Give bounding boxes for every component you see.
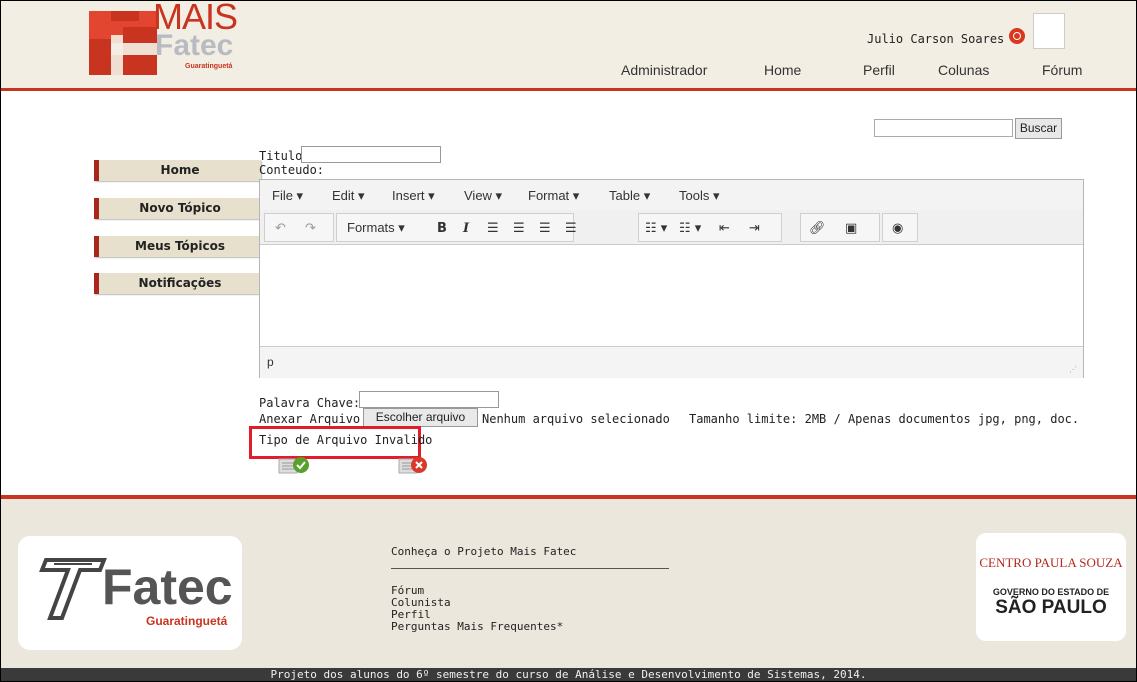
no-file-text: Nenhum arquivo selecionado [482,412,670,426]
logo-subtitle: Guaratinguetá [185,63,233,70]
menu-insert[interactable]: Insert ▾ [392,188,435,204]
bullet-list-icon[interactable]: ☷ ▾ [645,222,667,235]
mais-fatec-logo[interactable]: MAIS Fatec Guaratinguetá [89,1,249,77]
image-icon[interactable]: ▣ [845,222,857,235]
nav-forum[interactable]: Fórum [1042,62,1082,78]
fatec-logo-text: Fatec [102,559,233,615]
cps-gov-text: GOVERNO DO ESTADO DE [992,587,1110,597]
menu-tools[interactable]: Tools ▾ [679,188,720,204]
menu-file[interactable]: File ▾ [272,188,303,204]
footer-divider [391,568,669,569]
footer-link-faq[interactable]: Perguntas Mais Frequentes* [391,620,563,633]
footer-about-link[interactable]: Conheça o Projeto Mais Fatec [391,545,576,558]
preview-eye-icon[interactable]: ◉ [892,222,903,235]
numbered-list-icon[interactable]: ☷ ▾ [679,222,701,235]
editor-content-area[interactable] [260,245,1083,345]
preview-group: ◉ [882,213,918,242]
confirm-icon[interactable] [277,455,311,475]
keyword-input[interactable] [359,391,499,408]
sidebar-item-notificacoes[interactable]: Notificações [94,273,261,294]
choose-file-button[interactable]: Escolher arquivo [363,408,478,427]
menu-edit[interactable]: Edit ▾ [332,188,365,204]
nav-home[interactable]: Home [764,62,801,78]
attach-label: Anexar Arquivo: [259,412,368,426]
redo-icon[interactable]: ↷ [305,222,316,235]
fatec-logo-subtitle: Guaratinguetá [146,614,228,628]
sidebar-item-meus-topicos[interactable]: Meus Tópicos [94,236,261,257]
resize-handle-icon[interactable]: ⋰ [1069,363,1077,376]
avatar[interactable] [1033,13,1065,49]
centro-paula-souza-logo: CENTRO PAULA SOUZA GOVERNO DO ESTADO DE … [976,533,1126,641]
search-button[interactable]: Buscar [1015,118,1062,139]
power-icon[interactable] [1009,28,1025,44]
editor-menubar: File ▾ Edit ▾ Insert ▾ View ▾ Format ▾ T… [260,180,1083,210]
page-frame: MAIS Fatec Guaratinguetá Julio Carson So… [0,0,1137,682]
fatec-guaratingueta-logo: Fatec Guaratinguetá [18,536,242,650]
title-input[interactable] [301,146,441,163]
cancel-icon[interactable] [397,455,431,475]
editor-toolbar: ↶ ↷ Formats ▾ B I ☰ ☰ ☰ ☰ ☷ ▾ ☷ ▾ ⇤ ⇥ 🔗︎… [260,210,1083,245]
menu-table[interactable]: Table ▾ [609,188,650,204]
element-path[interactable]: p [267,355,274,369]
sidebar-item-novo-topico[interactable]: Novo Tópico [94,198,261,219]
site-header: MAIS Fatec Guaratinguetá Julio Carson So… [1,1,1136,91]
search-input[interactable] [874,119,1013,137]
nav-perfil[interactable]: Perfil [863,62,895,78]
nav-colunas[interactable]: Colunas [938,62,989,78]
list-group: ☷ ▾ ☷ ▾ ⇤ ⇥ [638,213,782,242]
undo-icon[interactable]: ↶ [275,222,286,235]
cps-state-text: SÃO PAULO [995,597,1107,618]
outdent-icon[interactable]: ⇤ [719,222,730,235]
link-icon[interactable]: 🔗︎ [809,222,826,235]
user-name[interactable]: Julio Carson Soares [867,32,1004,46]
error-message: Tipo de Arquivo Invalido [259,433,433,447]
format-group: Formats ▾ B I ☰ ☰ ☰ ☰ [336,213,577,242]
menu-view[interactable]: View ▾ [464,188,502,204]
credits-bar: Projeto dos alunos do 6º semestre do cur… [1,668,1136,681]
bold-icon[interactable]: B [437,222,447,235]
menu-format[interactable]: Format ▾ [528,188,579,204]
align-center-icon[interactable]: ☰ [513,222,525,235]
content-label: Conteudo: [259,163,325,177]
align-justify-icon[interactable]: ☰ [565,222,577,235]
size-limit-text: Tamanho limite: 2MB / Apenas documentos … [689,412,1080,426]
align-left-icon[interactable]: ☰ [487,222,499,235]
fatec-t-icon [39,558,107,620]
sidebar-item-home[interactable]: Home [94,160,261,181]
align-right-icon[interactable]: ☰ [539,222,551,235]
formats-dropdown[interactable]: Formats ▾ [347,220,405,236]
indent-icon[interactable]: ⇥ [749,222,760,235]
insert-group: 🔗︎ ▣ [800,213,880,242]
nav-administrador[interactable]: Administrador [621,62,707,78]
italic-icon[interactable]: I [463,222,469,235]
editor-statusbar: p ⋰ [260,346,1083,378]
logo-fatec-text: Fatec [155,29,234,62]
cps-title: CENTRO PAULA SOUZA [979,555,1123,570]
logo-cross-icon [89,11,157,75]
keyword-label: Palavra Chave: [259,396,361,410]
history-group: ↶ ↷ [264,213,334,242]
rich-text-editor: File ▾ Edit ▾ Insert ▾ View ▾ Format ▾ T… [259,179,1084,378]
